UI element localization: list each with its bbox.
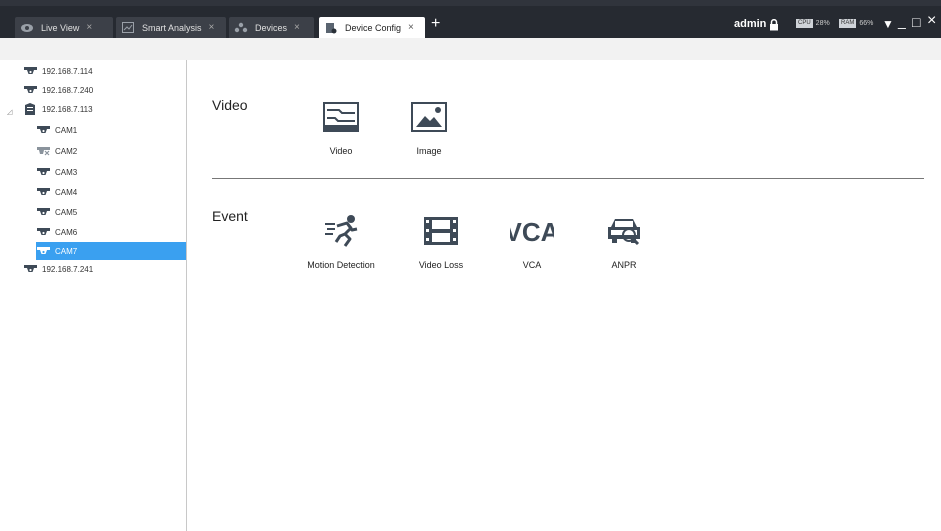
tab-close-button[interactable]: ×	[86, 22, 92, 33]
camera-icon	[36, 246, 50, 256]
minimize-button[interactable]: _	[898, 13, 906, 29]
tab-label: Device Config	[345, 22, 402, 33]
camera-icon	[23, 66, 37, 76]
video-settings-icon	[296, 99, 386, 135]
tree-node-label: CAM6	[55, 227, 78, 237]
title-bar: Live View × Smart Analysis × Devices × D…	[0, 0, 941, 38]
lock-icon[interactable]	[769, 18, 779, 36]
camera-icon	[36, 187, 50, 197]
config-item-label: VCA	[522, 260, 542, 270]
tab-devices[interactable]: Devices ×	[229, 17, 314, 38]
camera-icon	[36, 167, 50, 177]
tab-close-button[interactable]: ×	[294, 22, 300, 33]
tree-node-label: CAM7	[55, 246, 78, 256]
camera-icon	[23, 264, 37, 274]
section-divider	[212, 178, 924, 179]
camera-icon	[36, 227, 50, 237]
tree-node-label: CAM2	[55, 146, 78, 156]
tree-node-label: 192.168.7.113	[42, 104, 93, 114]
menu-dropdown-button[interactable]: ▼	[882, 17, 894, 31]
add-tab-button[interactable]: +	[431, 15, 440, 33]
tree-node-label: 192.168.7.241	[42, 264, 94, 274]
tree-node-label: 192.168.7.114	[42, 66, 93, 76]
tab-label: Devices	[255, 22, 288, 33]
tab-live-view[interactable]: Live View ×	[15, 17, 113, 38]
section-title-event: Event	[212, 208, 248, 224]
config-item-anpr[interactable]: ANPR	[579, 213, 669, 270]
tree-node-cam4[interactable]: CAM4	[36, 183, 183, 201]
tree-node-192-168-7-113[interactable]: 192.168.7.113	[23, 100, 183, 118]
tree-node-cam5[interactable]: CAM5	[36, 203, 183, 221]
camera-offline-icon	[36, 146, 50, 156]
tab-device-config[interactable]: Device Config ×	[319, 17, 425, 38]
ram-value: 66%	[859, 20, 874, 27]
camera-icon	[36, 125, 50, 135]
ram-meter: RAM 66%	[839, 19, 873, 28]
devices-icon	[234, 21, 248, 35]
device-config-icon	[324, 21, 338, 35]
image-icon	[384, 99, 474, 135]
config-item-label: ANPR	[611, 260, 637, 270]
image-analysis-icon	[121, 21, 135, 35]
tree-node-192-168-7-114[interactable]: 192.168.7.114	[23, 62, 183, 80]
config-item-video[interactable]: Video	[296, 99, 386, 156]
username[interactable]: admin	[734, 18, 766, 30]
cpu-value: 28%	[815, 20, 830, 27]
toolbar-strip	[0, 38, 941, 60]
tab-label: Smart Analysis	[142, 22, 202, 33]
camera-icon	[36, 207, 50, 217]
section-title-video: Video	[212, 97, 248, 113]
config-item-image[interactable]: Image	[384, 99, 474, 156]
nvr-icon	[23, 103, 37, 115]
tab-close-button[interactable]: ×	[209, 22, 215, 33]
tree-node-label: CAM5	[55, 207, 78, 217]
tree-node-192-168-7-240[interactable]: 192.168.7.240	[23, 81, 183, 99]
maximize-button[interactable]: □	[912, 14, 920, 30]
tree-node-cam3[interactable]: CAM3	[36, 163, 183, 181]
config-item-label: Motion Detection	[307, 260, 375, 270]
tree-node-label: CAM4	[55, 187, 78, 197]
tree-node-cam2[interactable]: CAM2	[36, 142, 183, 160]
ram-badge: RAM	[839, 19, 857, 28]
close-button[interactable]: ×	[927, 12, 936, 30]
cpu-badge: CPU	[796, 19, 813, 28]
eye-icon	[20, 21, 34, 35]
tree-node-label: 192.168.7.240	[42, 85, 94, 95]
anpr-icon	[579, 213, 669, 249]
config-item-video-loss[interactable]: Video Loss	[396, 213, 486, 270]
collapse-triangle-icon[interactable]: ◿	[7, 108, 12, 116]
tab-label: Live View	[41, 22, 80, 33]
tree-node-label: CAM3	[55, 167, 78, 177]
config-item-motion-detection[interactable]: Motion Detection	[296, 213, 386, 270]
config-item-vca[interactable]: VCA VCA	[487, 213, 577, 270]
config-item-label: Image	[416, 146, 442, 156]
video-loss-icon	[396, 213, 486, 249]
tab-smart-analysis[interactable]: Smart Analysis ×	[116, 17, 226, 38]
tree-node-cam1[interactable]: CAM1	[36, 121, 183, 139]
tree-node-cam7[interactable]: CAM7	[36, 242, 186, 260]
config-item-label: Video	[329, 146, 353, 156]
tab-close-button[interactable]: ×	[408, 22, 414, 33]
motion-detection-icon	[296, 213, 386, 249]
tree-node-cam6[interactable]: CAM6	[36, 223, 183, 241]
cpu-meter: CPU 28%	[796, 19, 830, 28]
config-item-label: Video Loss	[418, 260, 464, 270]
tree-node-label: CAM1	[55, 125, 78, 135]
title-bar-strip	[0, 0, 941, 6]
svg-text:VCA: VCA	[510, 217, 554, 246]
tree-node-192-168-7-241[interactable]: 192.168.7.241	[23, 260, 183, 278]
camera-icon	[23, 85, 37, 95]
vca-icon: VCA	[487, 213, 577, 249]
